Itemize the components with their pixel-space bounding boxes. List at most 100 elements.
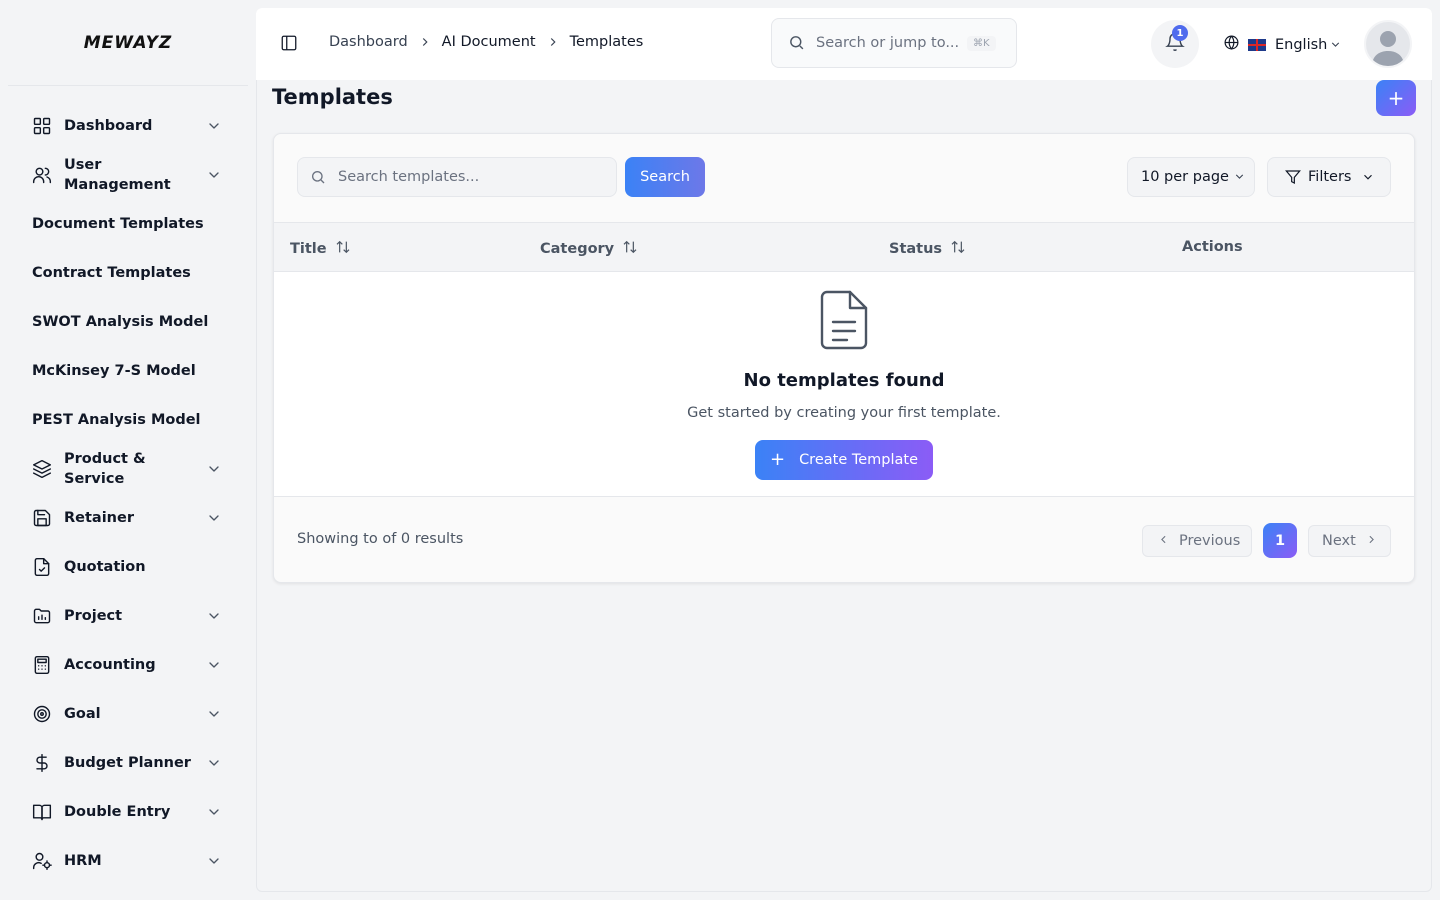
calculator-icon bbox=[32, 655, 52, 675]
column-actions-label: Actions bbox=[1182, 239, 1243, 255]
dollar-icon bbox=[32, 753, 52, 773]
search-icon bbox=[788, 34, 806, 52]
table-toolbar: Search 10 per page Filters bbox=[274, 134, 1414, 222]
sidebar-item-budget-planner[interactable]: Budget Planner bbox=[0, 738, 256, 787]
chevron-down-icon bbox=[1351, 167, 1375, 188]
sidebar-item-project[interactable]: Project bbox=[0, 591, 256, 640]
sidebar-item-hrm[interactable]: HRM bbox=[0, 836, 256, 885]
table-header: Title Category Status Actions bbox=[274, 222, 1414, 272]
results-summary: Showing to of 0 results bbox=[297, 531, 464, 547]
sidebar-toggle-icon bbox=[280, 35, 298, 56]
add-template-button[interactable]: + bbox=[1376, 80, 1416, 116]
language-selector[interactable]: English bbox=[1223, 34, 1342, 55]
sidebar-item-label: SWOT Analysis Model bbox=[32, 313, 209, 330]
chevron-down-icon bbox=[206, 853, 222, 869]
sidebar-item-contract-templates[interactable]: Contract Templates bbox=[0, 248, 256, 297]
column-category[interactable]: Category bbox=[540, 239, 638, 259]
per-page-label: 10 per page bbox=[1141, 169, 1229, 185]
sidebar-item-dashboard[interactable]: Dashboard bbox=[0, 101, 256, 150]
sidebar-item-accounting[interactable]: Accounting bbox=[0, 640, 256, 689]
sidebar-item-goal[interactable]: Goal bbox=[0, 689, 256, 738]
notifications-button[interactable]: 1 bbox=[1151, 20, 1199, 68]
sidebar-item-label: User Management bbox=[64, 156, 171, 193]
search-icon bbox=[298, 166, 326, 189]
column-title-label: Title bbox=[290, 241, 327, 257]
sidebar-item-mckinsey-7s-model[interactable]: McKinsey 7-S Model bbox=[0, 346, 256, 395]
chevron-down-icon bbox=[206, 510, 222, 526]
sidebar-item-label: PEST Analysis Model bbox=[32, 411, 201, 428]
sort-icon bbox=[327, 239, 351, 259]
templates-card: Search 10 per page Filters Title Categor… bbox=[273, 133, 1415, 583]
chevron-down-icon bbox=[206, 755, 222, 771]
chevron-down-icon bbox=[206, 804, 222, 820]
chevron-down-icon bbox=[206, 118, 222, 134]
column-status[interactable]: Status bbox=[889, 239, 966, 259]
sidebar-item-label: Project bbox=[64, 607, 123, 624]
users-icon bbox=[32, 165, 52, 185]
column-category-label: Category bbox=[540, 241, 615, 257]
uk-flag-icon bbox=[1248, 38, 1266, 51]
sidebar-item-label: Accounting bbox=[64, 656, 156, 673]
table-footer: Showing to of 0 results Previous 1 Next bbox=[274, 498, 1414, 584]
sidebar: MEWAYZ Dashboard User Management Documen… bbox=[0, 0, 256, 900]
chevron-down-icon bbox=[206, 608, 222, 624]
sort-icon bbox=[614, 239, 638, 259]
next-page-button[interactable]: Next bbox=[1308, 525, 1391, 557]
template-search-input[interactable] bbox=[338, 169, 598, 185]
notification-count-badge: 1 bbox=[1172, 25, 1188, 41]
folder-chart-icon bbox=[32, 606, 52, 626]
language-label: English bbox=[1275, 36, 1328, 53]
user-cog-icon bbox=[32, 851, 52, 871]
filters-button[interactable]: Filters bbox=[1267, 157, 1391, 197]
sidebar-item-user-management[interactable]: User Management bbox=[0, 150, 256, 199]
document-icon bbox=[818, 289, 870, 351]
previous-label: Previous bbox=[1179, 533, 1241, 549]
sidebar-item-label: Product & Service bbox=[64, 450, 146, 487]
chevron-down-icon bbox=[1327, 35, 1342, 55]
sidebar-item-label: Retainer bbox=[64, 509, 134, 526]
sidebar-item-double-entry[interactable]: Double Entry bbox=[0, 787, 256, 836]
breadcrumb-ai-document[interactable]: AI Document bbox=[442, 34, 536, 50]
file-check-icon bbox=[32, 557, 52, 577]
chevron-left-icon bbox=[1157, 533, 1170, 550]
chevron-down-icon bbox=[206, 706, 222, 722]
create-template-label: Create Template bbox=[799, 452, 919, 468]
sidebar-item-quotation[interactable]: Quotation bbox=[0, 542, 256, 591]
sidebar-item-label: Double Entry bbox=[64, 803, 171, 820]
sidebar-item-pest-analysis-model[interactable]: PEST Analysis Model bbox=[0, 395, 256, 444]
column-status-label: Status bbox=[889, 241, 943, 257]
column-title[interactable]: Title bbox=[290, 239, 351, 259]
breadcrumb-dashboard[interactable]: Dashboard bbox=[329, 34, 408, 50]
page-1-button[interactable]: 1 bbox=[1263, 523, 1297, 558]
chevron-down-icon bbox=[206, 461, 222, 477]
previous-page-button[interactable]: Previous bbox=[1142, 525, 1252, 557]
search-button[interactable]: Search bbox=[625, 157, 705, 197]
create-template-button[interactable]: + Create Template bbox=[755, 440, 933, 480]
sidebar-nav: Dashboard User Management Document Templ… bbox=[0, 86, 256, 885]
page-title: Templates bbox=[272, 85, 393, 109]
sidebar-item-label: Budget Planner bbox=[64, 754, 191, 771]
sidebar-item-retainer[interactable]: Retainer bbox=[0, 493, 256, 542]
chevron-down-icon bbox=[206, 167, 222, 183]
sidebar-item-label: HRM bbox=[64, 852, 102, 869]
template-search[interactable] bbox=[297, 157, 617, 197]
layers-icon bbox=[32, 459, 52, 479]
sidebar-item-document-templates[interactable]: Document Templates bbox=[0, 199, 256, 248]
chevron-right-icon bbox=[1365, 533, 1378, 550]
global-search-input[interactable] bbox=[816, 35, 961, 51]
per-page-select[interactable]: 10 per page bbox=[1127, 157, 1255, 197]
sidebar-item-swot-analysis-model[interactable]: SWOT Analysis Model bbox=[0, 297, 256, 346]
book-icon bbox=[32, 802, 52, 822]
logo[interactable]: MEWAYZ bbox=[8, 0, 248, 86]
user-avatar-icon bbox=[1372, 31, 1404, 66]
breadcrumb: Dashboard AI Document Templates bbox=[329, 34, 643, 50]
sidebar-toggle-button[interactable] bbox=[280, 34, 300, 54]
chevron-down-icon bbox=[206, 657, 222, 673]
avatar[interactable] bbox=[1364, 20, 1412, 68]
sidebar-item-label: McKinsey 7-S Model bbox=[32, 362, 196, 379]
chevron-down-icon bbox=[1229, 168, 1246, 187]
sidebar-item-product-service[interactable]: Product & Service bbox=[0, 444, 256, 493]
global-search[interactable]: ⌘K bbox=[771, 18, 1017, 68]
breadcrumb-templates: Templates bbox=[569, 34, 644, 50]
sidebar-item-label: Contract Templates bbox=[32, 264, 191, 281]
